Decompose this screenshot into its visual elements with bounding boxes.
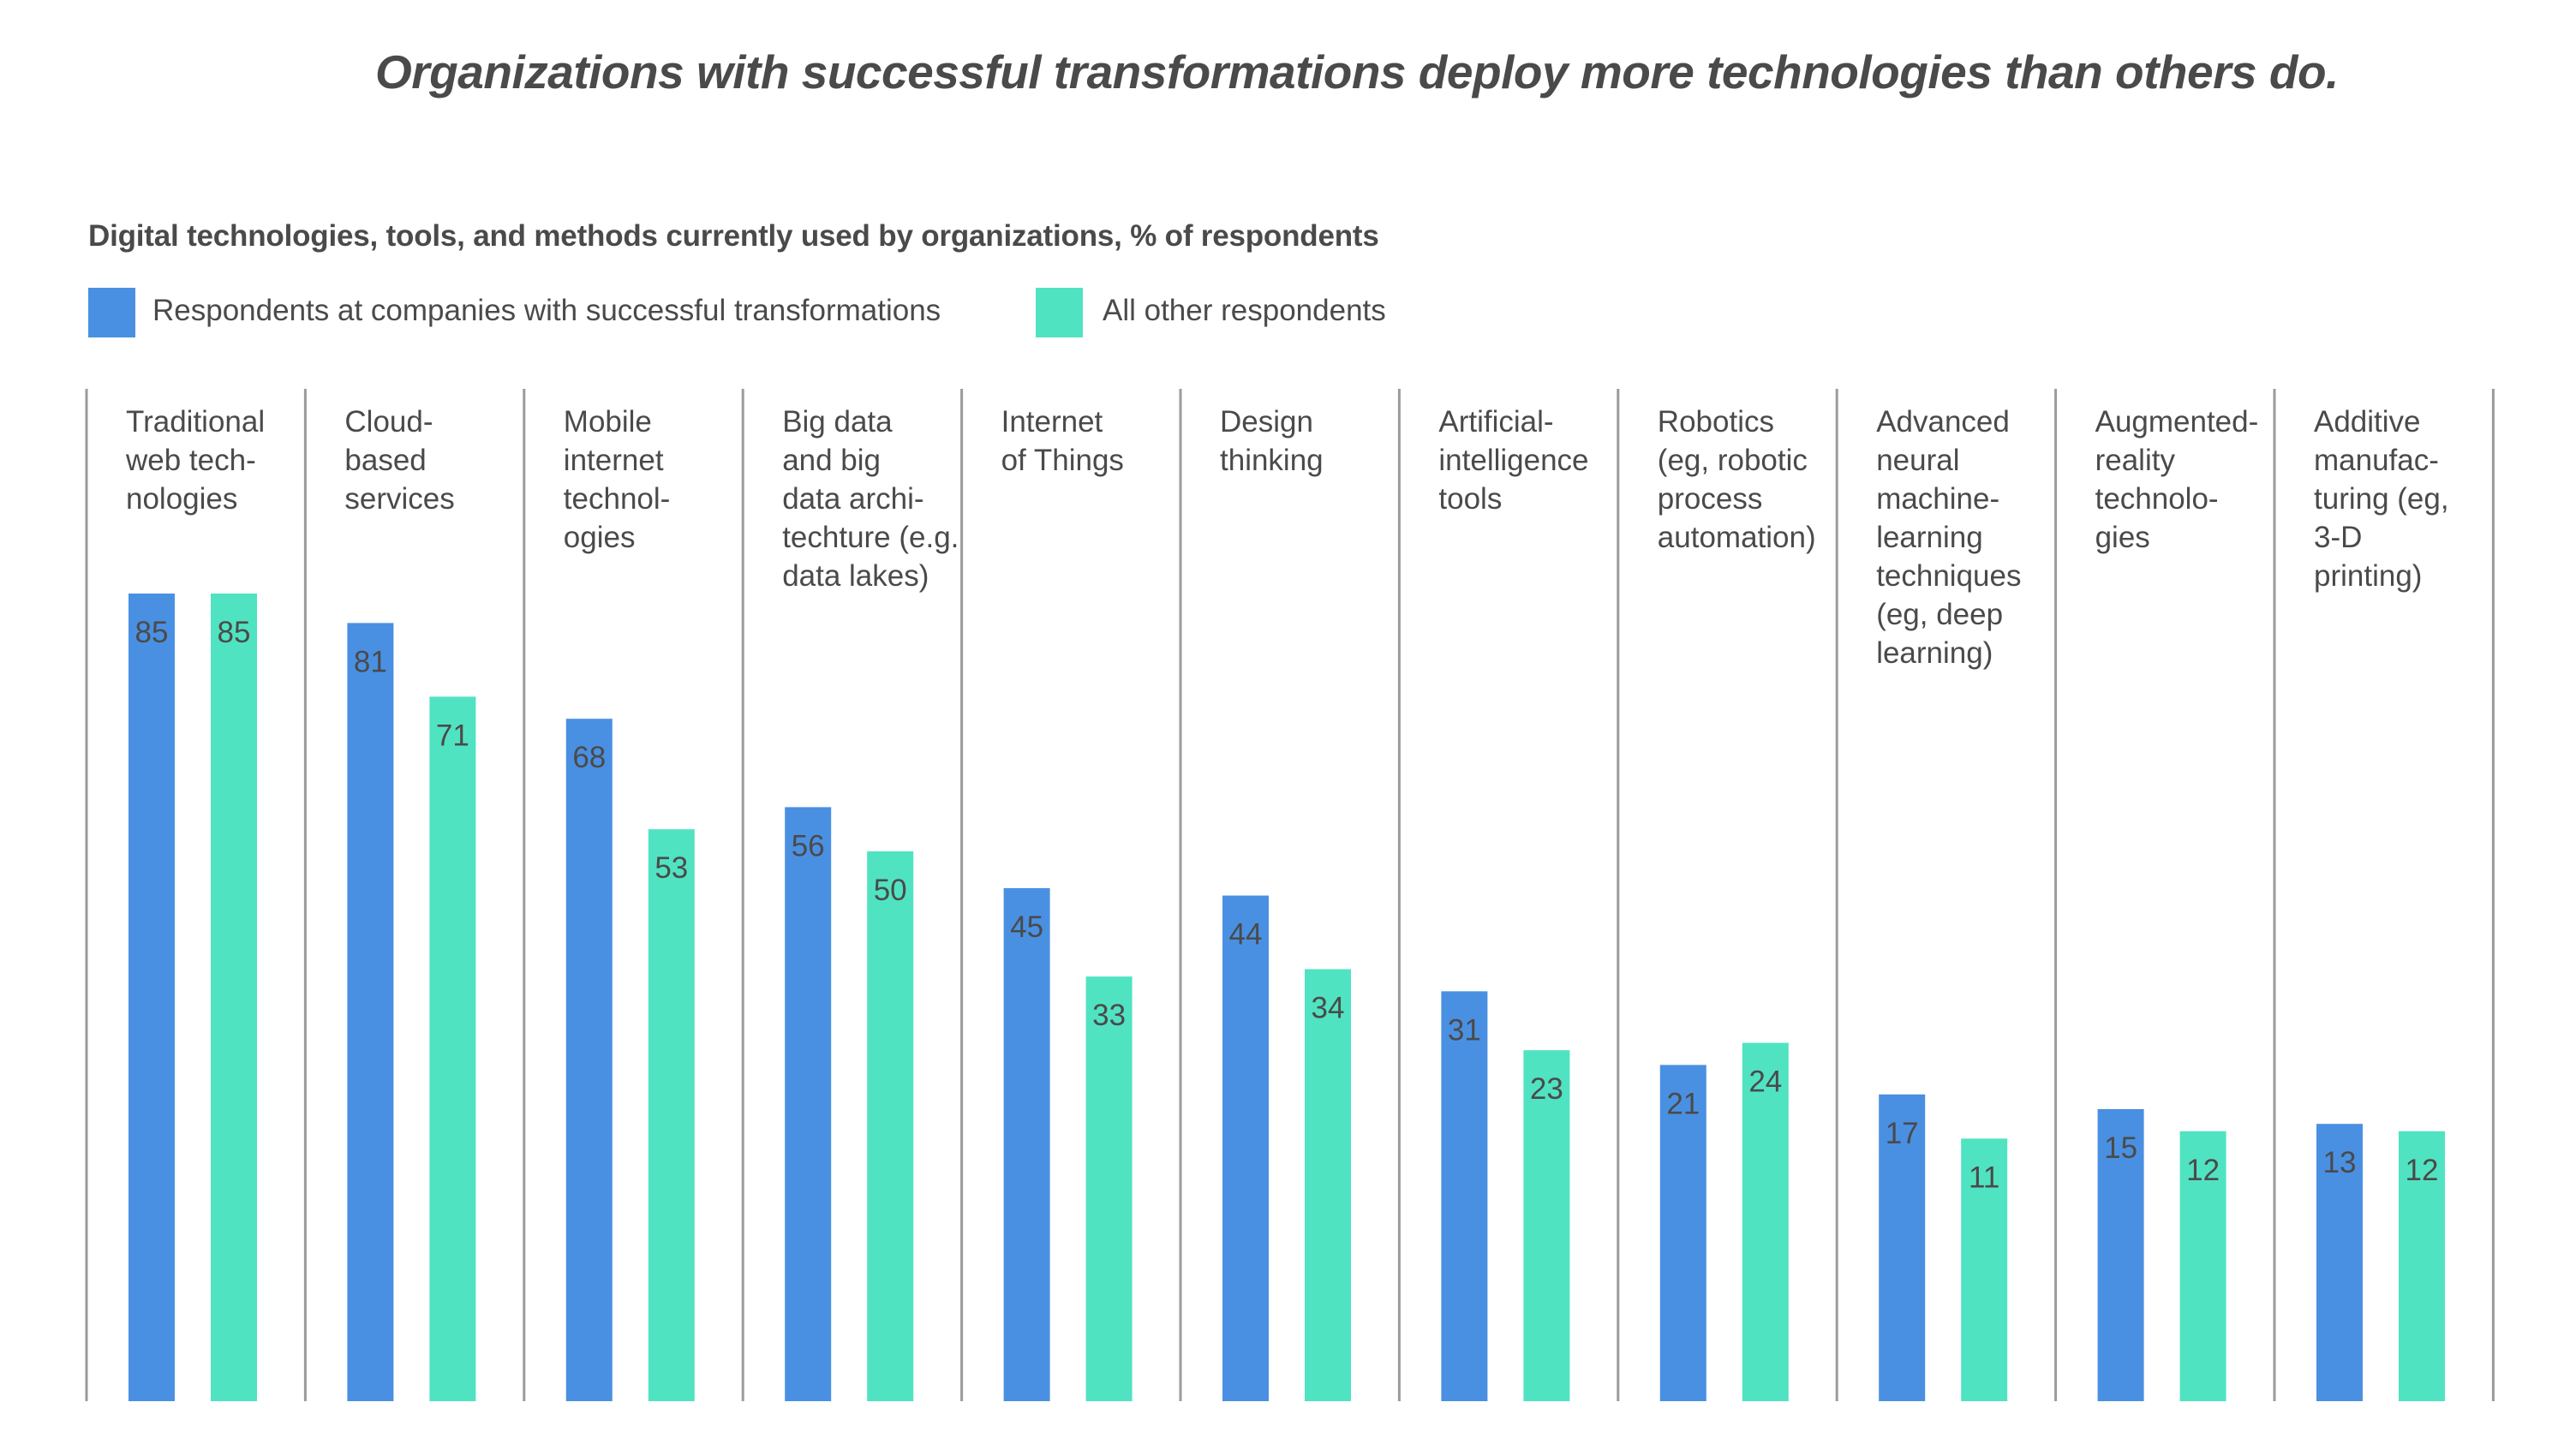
bar-value-label: 17 [1886, 1117, 1919, 1150]
bar-value-label: 31 [1448, 1013, 1481, 1047]
bar-successful [1003, 888, 1050, 1401]
bar-successful [1222, 895, 1269, 1401]
bar-value-label: 12 [2406, 1154, 2439, 1187]
bar-others [1305, 969, 1351, 1401]
bar-value-label: 23 [1530, 1072, 1563, 1106]
bar-successful [347, 623, 394, 1401]
bar-value-label: 15 [2104, 1131, 2137, 1165]
bar-successful [128, 594, 175, 1401]
bar-value-label: 50 [874, 874, 907, 907]
bar-others [211, 594, 257, 1401]
bar-successful [565, 719, 613, 1401]
bar-value-label: 53 [654, 851, 688, 885]
bar-value-label: 13 [2323, 1146, 2357, 1179]
bar-others [429, 696, 476, 1401]
bar-value-label: 33 [1092, 999, 1126, 1032]
bar-value-label: 44 [1229, 918, 1263, 952]
bar-others [867, 851, 914, 1401]
bar-value-label: 11 [1969, 1161, 1999, 1194]
bar-value-label: 71 [436, 719, 469, 752]
bar-successful [785, 807, 832, 1401]
bar-others [1085, 976, 1133, 1401]
bar-value-label: 34 [1312, 992, 1345, 1025]
bar-value-label: 45 [1010, 910, 1043, 944]
bar-value-label: 68 [572, 741, 606, 774]
bar-value-label: 24 [1748, 1065, 1782, 1099]
bar-value-label: 21 [1666, 1087, 1700, 1120]
bar-others [648, 829, 695, 1401]
bar-value-label: 56 [792, 829, 825, 862]
bar-value-label: 85 [218, 616, 251, 649]
bar-chart: 85 81 68 56 45 44 31 21 17 15 13 85 71 53 50 33 34 23 24 11… [85, 389, 2495, 1401]
bar-value-label: 85 [135, 616, 169, 649]
bar-value-label: 12 [2186, 1154, 2220, 1187]
bar-successful [1441, 991, 1488, 1401]
bar-value-label: 81 [354, 645, 387, 678]
